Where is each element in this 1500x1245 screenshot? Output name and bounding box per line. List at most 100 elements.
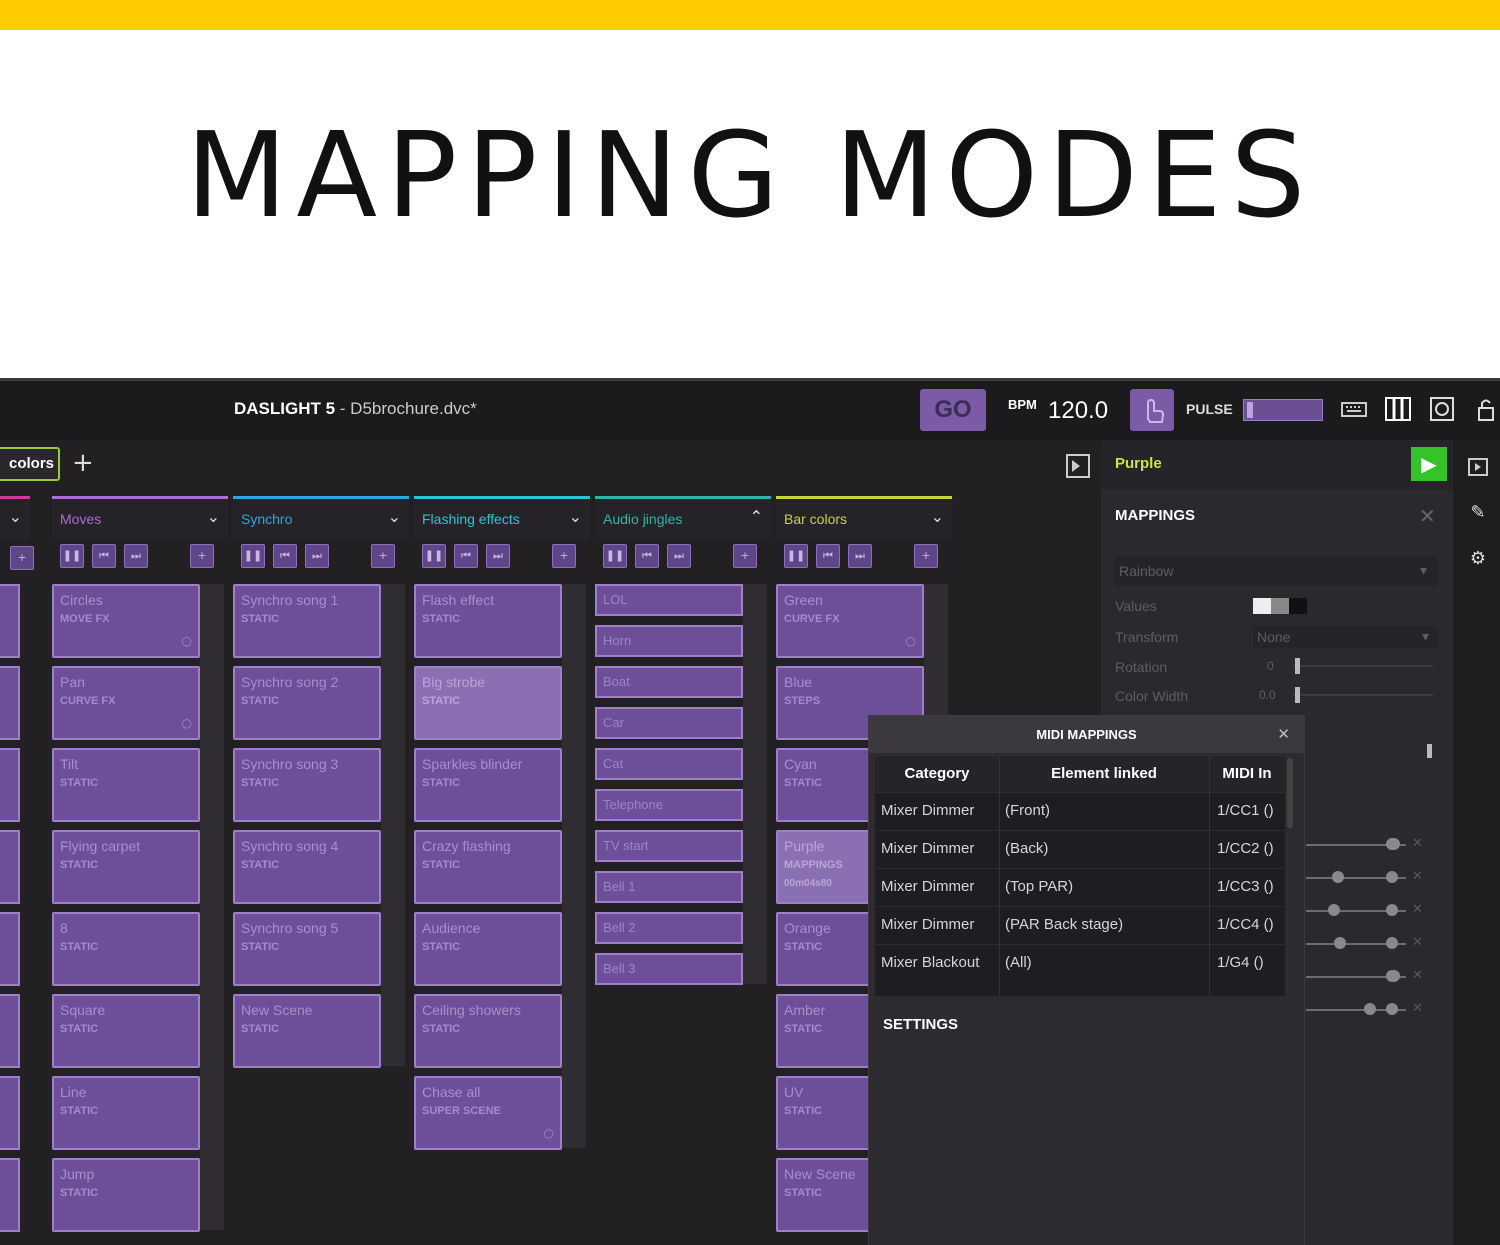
next-icon[interactable]: ⏭: [124, 544, 148, 568]
scene-button[interactable]: [0, 666, 20, 740]
bpm-value[interactable]: 120.0: [1048, 397, 1108, 425]
transform-select[interactable]: None ▾: [1253, 626, 1437, 648]
mapping-mode-select[interactable]: Rainbow ▾: [1115, 556, 1437, 586]
fader-slider[interactable]: ✕: [1306, 1001, 1423, 1017]
scene-button[interactable]: Synchro song 4 STATIC: [233, 830, 381, 904]
scene-button[interactable]: 8 STATIC: [52, 912, 200, 986]
scene-button[interactable]: Synchro song 2 STATIC: [233, 666, 381, 740]
previous-icon[interactable]: ⏮: [454, 544, 478, 568]
go-button[interactable]: GO: [920, 389, 986, 431]
color-swatches[interactable]: [1253, 598, 1307, 614]
previous-icon[interactable]: ⏮: [635, 544, 659, 568]
speaker-icon[interactable]: [1428, 395, 1456, 423]
column-header[interactable]: Flashing effects ⌄: [414, 496, 590, 539]
scene-button[interactable]: [0, 1076, 20, 1150]
slider-handle[interactable]: [1427, 744, 1432, 758]
add-page-button[interactable]: +: [72, 448, 94, 478]
pencil-icon[interactable]: ✎: [1467, 502, 1489, 524]
chevron-down-icon[interactable]: ⌄: [9, 507, 22, 526]
scene-button[interactable]: [0, 994, 20, 1068]
sound-button[interactable]: TV start: [595, 830, 743, 862]
sound-button[interactable]: Horn: [595, 625, 743, 657]
table-row[interactable]: Mixer Blackout (All) 1/G4 (): [875, 944, 1285, 981]
play-button[interactable]: ▶: [1411, 447, 1447, 481]
fader-slider[interactable]: ✕: [1306, 902, 1423, 918]
sound-button[interactable]: Car: [595, 707, 743, 739]
add-scene-icon[interactable]: +: [552, 544, 576, 568]
table-row[interactable]: Mixer Dimmer (PAR Back stage) 1/CC4 (): [875, 906, 1285, 943]
table-row[interactable]: Mixer Dimmer (Top PAR) 1/CC3 (): [875, 868, 1285, 905]
column-header[interactable]: Audio jingles ⌃: [595, 496, 771, 539]
chevron-down-icon[interactable]: ⌄: [207, 507, 220, 526]
sound-button[interactable]: Telephone: [595, 789, 743, 821]
next-icon[interactable]: ⏭: [486, 544, 510, 568]
sound-button[interactable]: Boat: [595, 666, 743, 698]
sound-button[interactable]: Bell 3: [595, 953, 743, 985]
chevron-down-icon[interactable]: ⌄: [569, 507, 582, 526]
sound-button[interactable]: Bell 2: [595, 912, 743, 944]
column-header[interactable]: Bar colors ⌄: [776, 496, 952, 539]
close-icon[interactable]: ✕: [1412, 902, 1423, 917]
next-icon[interactable]: ⏭: [848, 544, 872, 568]
previous-icon[interactable]: ⏮: [92, 544, 116, 568]
gear-icon[interactable]: ⚙: [1467, 548, 1489, 570]
sound-button[interactable]: Cat: [595, 748, 743, 780]
scene-button[interactable]: Synchro song 1 STATIC: [233, 584, 381, 658]
scene-button[interactable]: [0, 584, 20, 658]
scene-button[interactable]: [0, 1158, 20, 1232]
scene-button[interactable]: Square STATIC: [52, 994, 200, 1068]
column-header-category[interactable]: Category: [875, 756, 999, 792]
scene-button[interactable]: Crazy flashing STATIC: [414, 830, 562, 904]
table-row[interactable]: Mixer Dimmer (Back) 1/CC2 (): [875, 830, 1285, 867]
table-scrollbar[interactable]: [1287, 758, 1293, 828]
scene-button[interactable]: Pan CURVE FX ○: [52, 666, 200, 740]
close-icon[interactable]: ✕: [1277, 725, 1290, 743]
tab-colors[interactable]: colors: [0, 447, 60, 481]
scene-button[interactable]: [0, 748, 20, 822]
scene-button[interactable]: Green CURVE FX ○: [776, 584, 924, 658]
scene-button[interactable]: Ceiling showers STATIC: [414, 994, 562, 1068]
close-icon[interactable]: ✕: [1412, 968, 1423, 983]
previous-icon[interactable]: ⏮: [273, 544, 297, 568]
table-row[interactable]: Mixer Dimmer (Front) 1/CC1 (): [875, 792, 1285, 829]
scene-button[interactable]: New Scene STATIC: [233, 994, 381, 1068]
lock-icon[interactable]: [1472, 395, 1500, 423]
scene-button[interactable]: [0, 912, 20, 986]
close-icon[interactable]: ✕: [1419, 504, 1436, 528]
scene-button[interactable]: Synchro song 3 STATIC: [233, 748, 381, 822]
scene-button[interactable]: Jump STATIC: [52, 1158, 200, 1232]
scene-button[interactable]: Flying carpet STATIC: [52, 830, 200, 904]
scene-button[interactable]: Audience STATIC: [414, 912, 562, 986]
column-header[interactable]: Moves ⌄: [52, 496, 228, 539]
scene-button[interactable]: Flash effect STATIC: [414, 584, 562, 658]
pause-icon[interactable]: ❚❚: [603, 544, 627, 568]
scene-button[interactable]: Chase all SUPER SCENE ○: [414, 1076, 562, 1150]
add-scene-icon[interactable]: +: [190, 544, 214, 568]
next-icon[interactable]: ⏭: [667, 544, 691, 568]
scene-button[interactable]: Big strobe STATIC: [414, 666, 562, 740]
previous-icon[interactable]: ⏮: [816, 544, 840, 568]
column-header[interactable]: Synchro ⌄: [233, 496, 409, 539]
color-width-slider[interactable]: [1293, 687, 1433, 703]
fader-slider[interactable]: ✕: [1306, 968, 1423, 984]
rotation-slider[interactable]: [1293, 658, 1433, 674]
column-header-element[interactable]: Element linked: [999, 756, 1209, 792]
scene-button[interactable]: [0, 830, 20, 904]
add-scene-icon[interactable]: +: [733, 544, 757, 568]
close-icon[interactable]: ✕: [1412, 836, 1423, 851]
scene-button[interactable]: Tilt STATIC: [52, 748, 200, 822]
pause-icon[interactable]: ❚❚: [784, 544, 808, 568]
add-scene-icon[interactable]: +: [914, 544, 938, 568]
keyboard-icon[interactable]: [1340, 395, 1368, 423]
fader-slider[interactable]: ✕: [1306, 935, 1423, 951]
pause-icon[interactable]: ❚❚: [60, 544, 84, 568]
piano-keys-icon[interactable]: [1384, 395, 1412, 423]
sound-button[interactable]: LOL: [595, 584, 743, 616]
add-scene-icon[interactable]: +: [371, 544, 395, 568]
add-scene-icon[interactable]: +: [10, 546, 34, 570]
tap-tempo-button[interactable]: [1130, 389, 1174, 431]
panel-play-icon[interactable]: [1467, 456, 1489, 478]
close-icon[interactable]: ✕: [1412, 935, 1423, 950]
pause-icon[interactable]: ❚❚: [422, 544, 446, 568]
fader-slider[interactable]: ✕: [1306, 869, 1423, 885]
